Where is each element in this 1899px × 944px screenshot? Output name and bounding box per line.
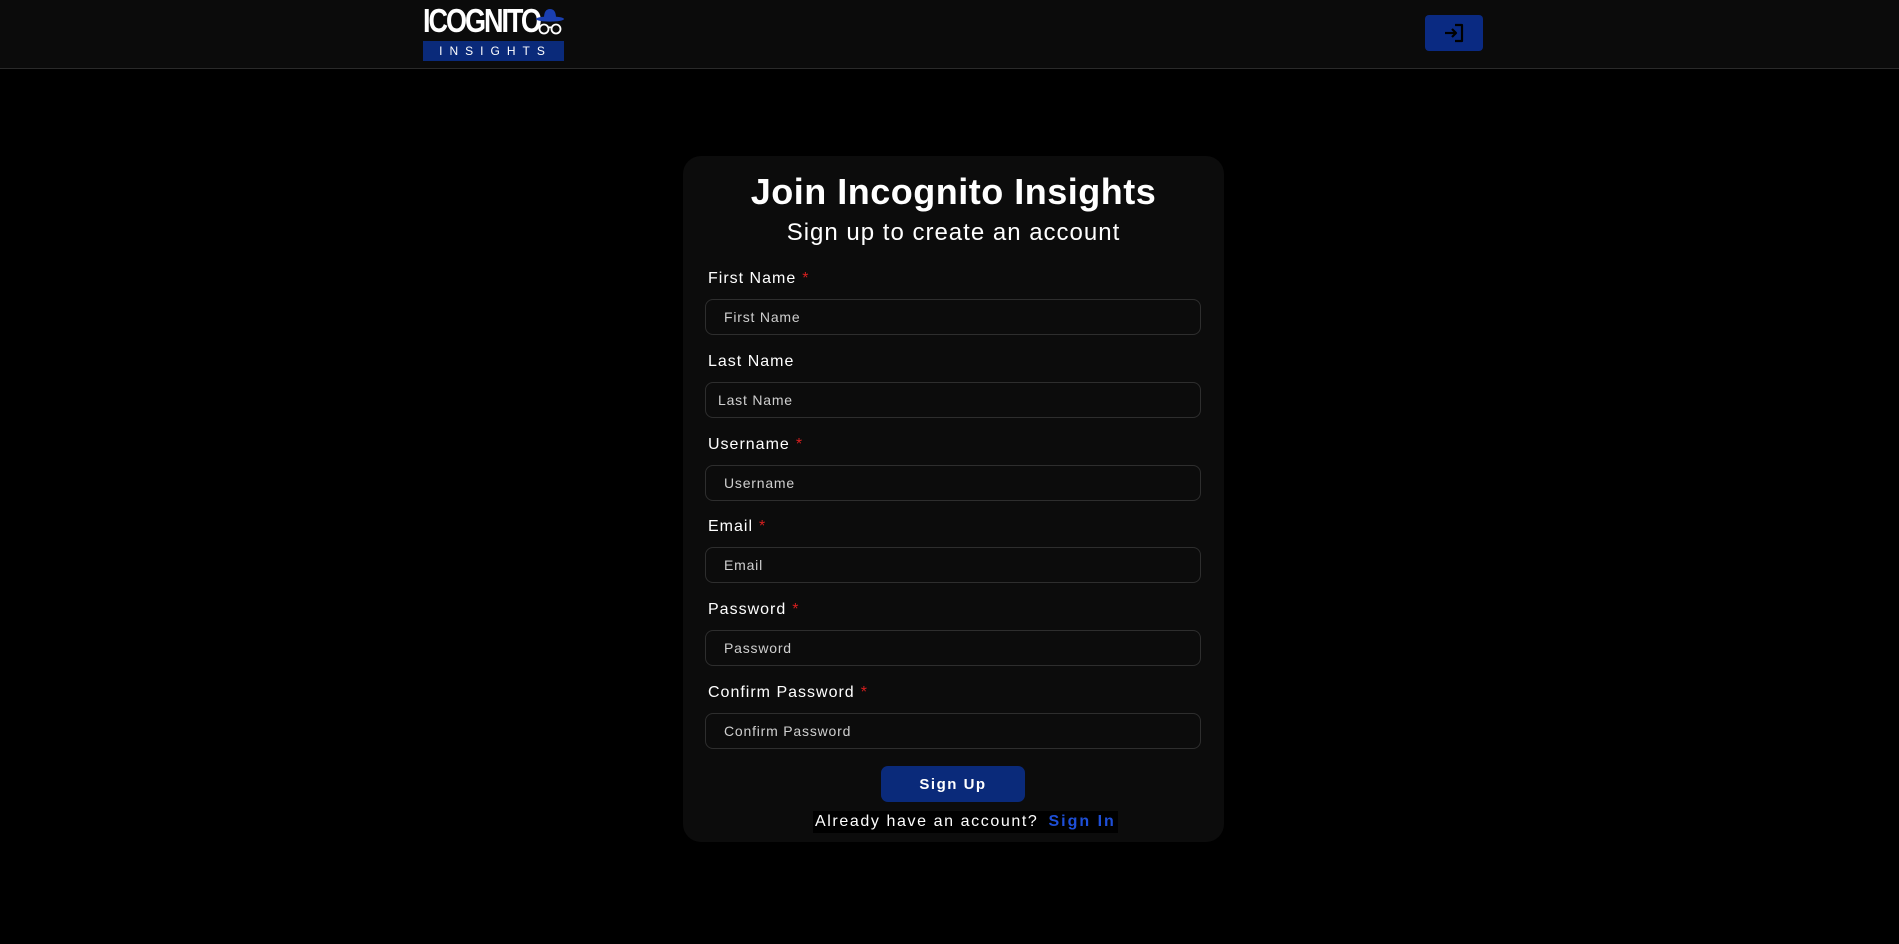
required-marker: * [759, 518, 767, 535]
email-label: Email * [708, 517, 766, 537]
required-marker: * [860, 684, 868, 701]
required-marker: * [795, 436, 804, 453]
required-marker: * [792, 601, 800, 618]
logo-subtitle: INSIGHTS [423, 41, 564, 61]
confirm-password-label: Confirm Password * [708, 683, 868, 703]
field-label-text: Username [708, 436, 790, 453]
field-label-text: Email [708, 518, 754, 535]
page-subtitle: Sign up to create an account [786, 219, 1121, 246]
last-name-input[interactable] [705, 382, 1201, 418]
login-button[interactable] [1425, 15, 1483, 51]
logo-word: ICOGNITO [423, 2, 542, 39]
signin-prompt-row: Already have an account? Sign In [813, 811, 1118, 833]
login-icon [1445, 23, 1464, 43]
brand-logo[interactable]: ICOGNITO INSIGHTS [423, 2, 565, 61]
sign-in-link[interactable]: Sign In [1048, 813, 1115, 830]
first-name-label: First Name * [708, 269, 809, 289]
sign-up-button[interactable]: Sign Up [881, 766, 1025, 802]
signup-card: Join Incognito Insights Sign up to creat… [683, 156, 1224, 842]
field-label-text: Confirm Password [708, 684, 855, 701]
username-label: Username * [708, 435, 803, 455]
confirm-password-input[interactable] [705, 713, 1201, 749]
required-marker: * [802, 270, 810, 287]
field-label-text: Last Name [708, 353, 795, 370]
spy-hat-glasses-icon [536, 9, 564, 35]
last-name-label: Last Name [708, 352, 794, 372]
email-input[interactable] [705, 547, 1201, 583]
field-label-text: Password [708, 601, 787, 618]
top-navbar: ICOGNITO INSIGHTS [0, 0, 1899, 69]
password-input[interactable] [705, 630, 1201, 666]
signin-prompt-text: Already have an account? [815, 813, 1039, 830]
username-input[interactable] [705, 465, 1201, 501]
field-label-text: First Name [708, 270, 797, 287]
first-name-input[interactable] [705, 299, 1201, 335]
page-title: Join Incognito Insights [750, 171, 1157, 212]
password-label: Password * [708, 600, 799, 620]
